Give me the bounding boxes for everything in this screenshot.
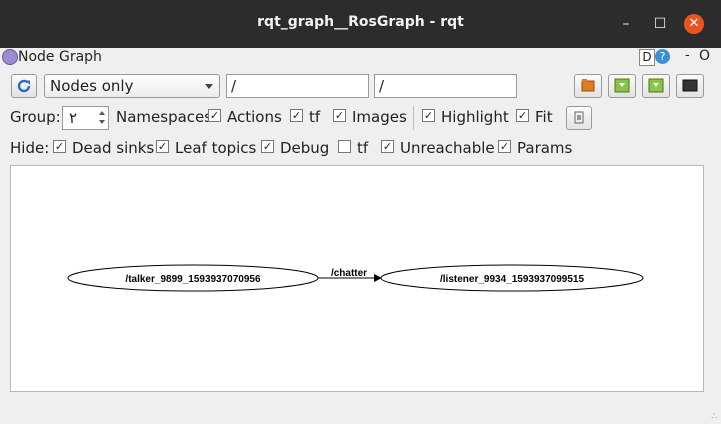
listener-node-label: /listener_9934_1593937099515	[440, 274, 584, 285]
save-icon	[614, 78, 630, 93]
dead-sinks-checkbox[interactable]: ✓	[53, 140, 66, 153]
debug-checkbox[interactable]: ✓	[261, 140, 274, 153]
unreachable-checkbox[interactable]: ✓	[381, 140, 394, 153]
leaf-topics-checkbox[interactable]: ✓	[156, 140, 169, 153]
separator	[413, 106, 414, 130]
graph-canvas[interactable]: /talker_9899_1593937070956 /chatter /lis…	[10, 165, 704, 392]
refresh-icon	[17, 79, 31, 93]
hide-row: Hide: ✓ Dead sinks ✓ Leaf topics ✓ Debug…	[0, 137, 721, 159]
graph-toolbar: Nodes only / /	[0, 73, 721, 99]
minimize-panel-button[interactable]: -	[685, 48, 690, 63]
close-button[interactable]: ✕	[684, 14, 704, 34]
topic-filter-value: /	[379, 77, 385, 95]
screen-icon	[682, 79, 698, 92]
fit-view-icon	[574, 111, 584, 124]
save-svg-button[interactable]	[642, 74, 670, 98]
hide-label: Hide:	[10, 139, 50, 157]
topic-filter-input[interactable]: /	[374, 74, 517, 98]
hide-tf-label: tf	[357, 139, 369, 157]
params-label: Params	[517, 139, 573, 157]
chatter-edge-label: /chatter	[331, 268, 367, 279]
images-label: Images	[352, 108, 407, 126]
window-titlebar: rqt_graph__RosGraph - rqt – ☐ ✕	[0, 0, 721, 48]
graph-edge-chatter[interactable]: /chatter	[318, 268, 382, 282]
node-filter-value: /	[231, 77, 237, 95]
params-checkbox[interactable]: ✓	[498, 140, 511, 153]
tf-label: tf	[309, 108, 321, 126]
panel-header: Node Graph D ? - O	[0, 48, 721, 68]
help-button[interactable]: ?	[655, 49, 670, 64]
refresh-button[interactable]	[11, 74, 37, 98]
fit-checkbox[interactable]: ✓	[516, 109, 529, 122]
group-value: ۲	[69, 109, 78, 127]
plugin-icon	[2, 49, 18, 65]
talker-node-label: /talker_9899_1593937070956	[125, 274, 261, 285]
close-panel-button[interactable]: O	[699, 48, 710, 64]
namespaces-label: Namespaces	[116, 108, 213, 126]
save-dot-button[interactable]	[608, 74, 636, 98]
panel-title: Node Graph	[18, 49, 102, 65]
maximize-button[interactable]: ☐	[650, 14, 670, 34]
node-filter-input[interactable]: /	[226, 74, 369, 98]
hide-tf-checkbox[interactable]	[338, 140, 351, 153]
spin-up-icon[interactable]	[99, 111, 105, 115]
spin-down-icon[interactable]	[99, 120, 105, 124]
chevron-down-icon	[205, 84, 213, 89]
folder-open-icon	[581, 79, 595, 92]
group-label: Group:	[10, 108, 61, 126]
highlight-checkbox[interactable]: ✓	[422, 109, 435, 122]
dead-sinks-label: Dead sinks	[72, 139, 155, 157]
unreachable-label: Unreachable	[400, 139, 495, 157]
debug-label: Debug	[280, 139, 330, 157]
highlight-label: Highlight	[441, 108, 509, 126]
actions-checkbox[interactable]: ✓	[208, 109, 221, 122]
dock-button[interactable]: D	[639, 49, 655, 66]
resize-grip[interactable]: ∴	[711, 412, 717, 422]
tf-checkbox[interactable]: ✓	[290, 109, 303, 122]
screenshot-button[interactable]	[676, 74, 704, 98]
graph-node-listener[interactable]: /listener_9934_1593937099515	[380, 264, 644, 292]
graph-mode-value: Nodes only	[50, 77, 134, 95]
ros-graph: /talker_9899_1593937070956 /chatter /lis…	[67, 264, 644, 292]
load-dot-button[interactable]	[574, 74, 602, 98]
graph-mode-select[interactable]: Nodes only	[44, 74, 220, 98]
save-image-icon	[648, 78, 664, 93]
fit-in-view-button[interactable]	[566, 106, 592, 130]
actions-label: Actions	[227, 108, 282, 126]
images-checkbox[interactable]: ✓	[333, 109, 346, 122]
graph-node-talker[interactable]: /talker_9899_1593937070956	[67, 264, 319, 292]
options-row: Group: ۲ Namespaces ✓ Actions ✓ tf ✓ Ima…	[0, 106, 721, 130]
minimize-button[interactable]: –	[616, 14, 636, 34]
group-spinbox[interactable]: ۲	[62, 106, 109, 130]
fit-label: Fit	[535, 108, 553, 126]
window-title: rqt_graph__RosGraph - rqt	[257, 14, 464, 30]
leaf-topics-label: Leaf topics	[175, 139, 257, 157]
